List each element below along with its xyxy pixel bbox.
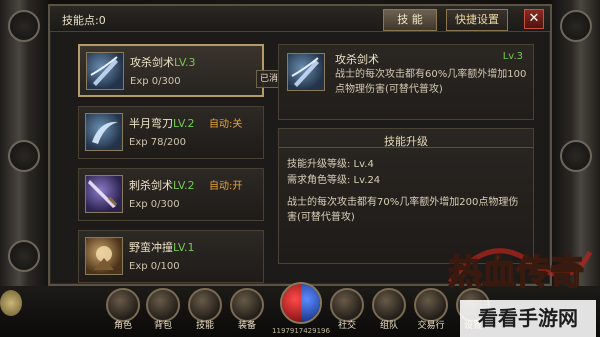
nav-label-social: 社交 xyxy=(337,321,356,331)
sword-slash-icon xyxy=(86,52,124,90)
thrust-sword-icon xyxy=(85,175,123,213)
ornament-icon xyxy=(560,140,592,172)
detail-description: 战士的每次攻击都有60%几率额外增加100点物理伤害(可替代普攻) xyxy=(335,69,527,95)
character-icon[interactable] xyxy=(106,288,140,322)
skill-name: 半月弯刀 xyxy=(129,117,173,130)
nav-label-character: 角色 xyxy=(113,321,132,331)
skill-exp: Exp 0/300 xyxy=(130,76,181,87)
tab-shortcut-settings[interactable]: 快捷设置 xyxy=(446,9,508,31)
skill-item[interactable]: 刺杀剑术LV.2 自动:开 Exp 0/300 xyxy=(78,168,264,221)
nav-label-trade: 交易行 xyxy=(417,321,445,331)
skill-exp: Exp 0/100 xyxy=(129,261,180,272)
game-logo: 热血传奇 xyxy=(447,248,593,294)
panel-header: 技能点:0 技 能 快捷设置 ✕ xyxy=(50,6,550,32)
skill-item[interactable]: 野蛮冲撞LV.1 Exp 0/100 xyxy=(78,230,264,283)
detail-skill-level: Lv.3 xyxy=(502,51,523,62)
social-icon[interactable] xyxy=(330,288,364,322)
skill-detail-card: 攻杀剑术 Lv.3 战士的每次攻击都有60%几率额外增加100点物理伤害(可替代… xyxy=(278,44,534,120)
nav-label-bag: 背包 xyxy=(153,321,172,331)
upgrade-description: 战士的每次攻击都有70%几率额外增加200点物理伤害(可替代普攻) xyxy=(287,197,519,223)
detail-skill-name: 攻杀剑术 xyxy=(335,53,379,66)
skill-icon[interactable] xyxy=(188,288,222,322)
mp-orb xyxy=(301,284,320,322)
skill-exp: Exp 78/200 xyxy=(129,137,186,148)
tab-skills[interactable]: 技 能 xyxy=(383,9,437,31)
auto-toggle[interactable]: 自动:开 xyxy=(209,177,242,192)
nav-label-skill: 技能 xyxy=(195,321,214,331)
bag-icon[interactable] xyxy=(146,288,180,322)
ornament-icon xyxy=(8,140,40,172)
upgrade-role-level: 需求角色等级: Lv.24 xyxy=(287,175,381,186)
team-icon[interactable] xyxy=(372,288,406,322)
equipment-icon[interactable] xyxy=(230,288,264,322)
close-icon: ✕ xyxy=(528,11,540,26)
ornament-icon xyxy=(560,10,592,42)
skill-name: 刺杀剑术 xyxy=(129,179,173,192)
charge-icon xyxy=(85,237,123,275)
skill-name: 攻杀剑术 xyxy=(130,56,174,69)
skill-level: LV.3 xyxy=(174,56,196,69)
nav-label-team: 组队 xyxy=(379,321,398,331)
skill-level: LV.2 xyxy=(173,117,195,130)
watermark: 看看手游网 xyxy=(460,300,596,337)
auto-toggle[interactable]: 自动:关 xyxy=(209,115,242,130)
skill-item[interactable]: 攻杀剑术LV.3 Exp 0/300 xyxy=(78,44,264,97)
skill-exp: Exp 0/300 xyxy=(129,199,180,210)
skill-level: LV.1 xyxy=(173,241,195,254)
hp-mp-orb xyxy=(280,282,322,324)
sword-slash-icon xyxy=(287,53,325,91)
skill-points: 技能点:0 xyxy=(62,14,106,27)
game-screen: 技能点:0 技 能 快捷设置 ✕ 攻杀剑术LV.3 Exp 0/300 半月弯刀… xyxy=(0,0,600,337)
upgrade-skill-level: 技能升级等级: Lv.4 xyxy=(287,159,374,170)
skill-name: 野蛮冲撞 xyxy=(129,241,173,254)
ornament-icon xyxy=(8,240,40,272)
skill-item[interactable]: 半月弯刀LV.2 自动:关 Exp 78/200 xyxy=(78,106,264,159)
skill-level: LV.2 xyxy=(173,179,195,192)
ornament-icon xyxy=(8,10,40,42)
divider xyxy=(279,147,533,148)
coin-icon[interactable] xyxy=(0,290,22,316)
close-button[interactable]: ✕ xyxy=(524,9,544,29)
crescent-blade-icon xyxy=(85,113,123,151)
logo-text: 热血传奇 xyxy=(448,253,584,293)
hp-orb xyxy=(282,284,301,322)
